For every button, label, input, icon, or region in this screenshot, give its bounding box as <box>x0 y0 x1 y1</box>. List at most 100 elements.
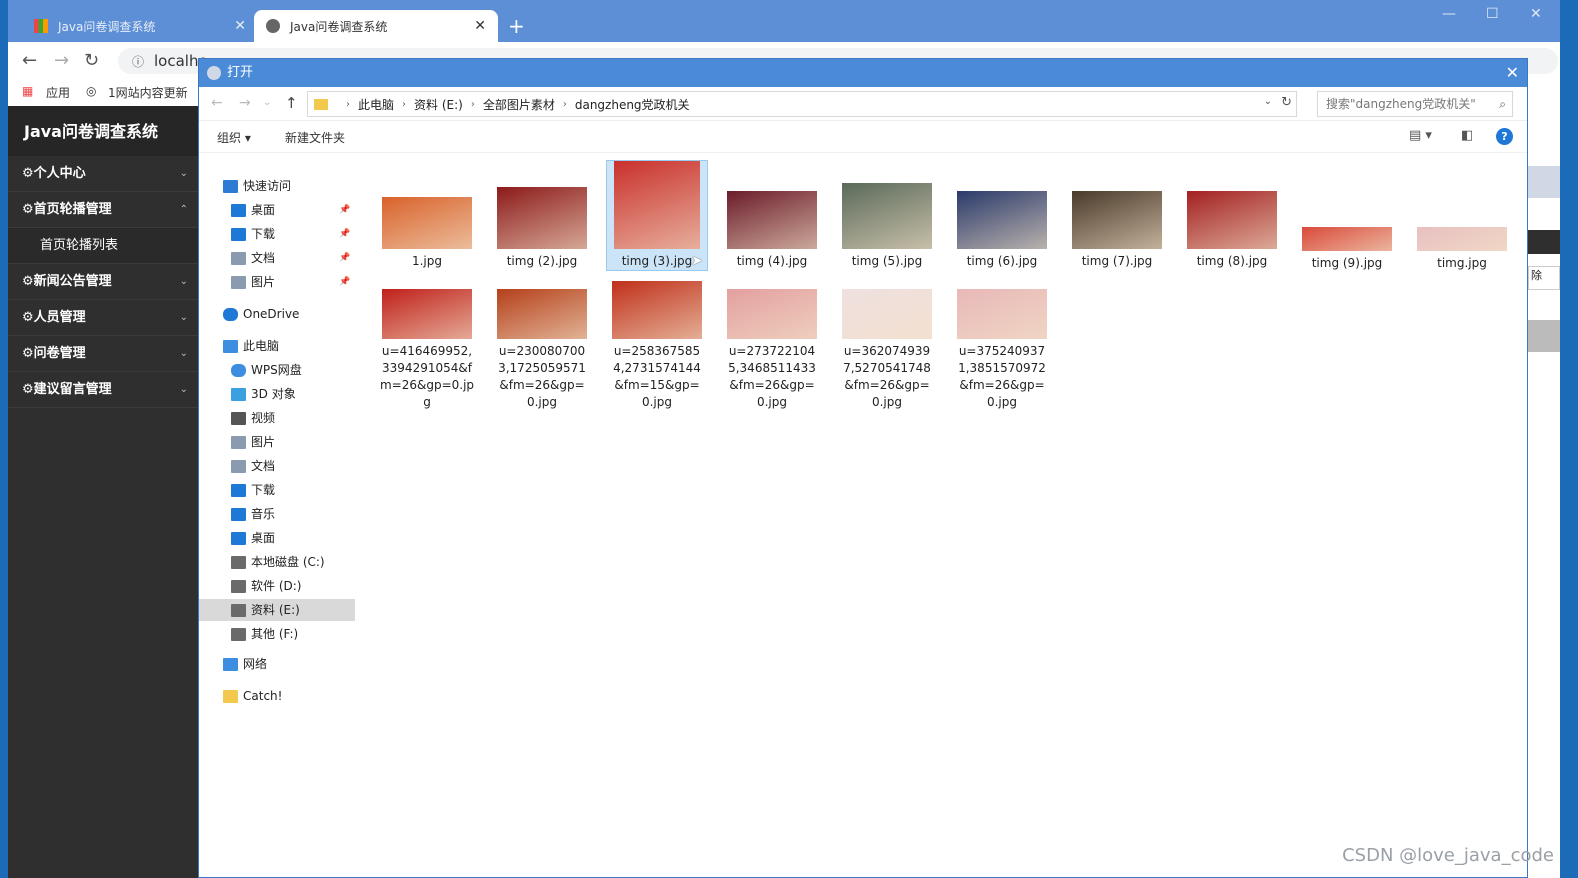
close-tab-icon[interactable]: ✕ <box>474 18 486 34</box>
back-icon[interactable]: ← <box>22 50 37 71</box>
file-name: u=3620749397,5270541748&fm=26&gp=0.jpg <box>843 344 931 409</box>
browser-tab-inactive[interactable]: Java问卷调查系统 ✕ <box>22 10 258 42</box>
recent-dropdown-icon[interactable]: ⌄ <box>263 97 271 108</box>
file-name: timg (8).jpg <box>1196 254 1268 268</box>
chevron-down-icon[interactable]: ⌄ <box>1264 96 1272 107</box>
back-arrow-icon[interactable]: ← <box>211 95 223 111</box>
nav-item-label: 快速访问 <box>243 179 292 193</box>
file-item[interactable]: timg (7).jpg <box>1067 191 1167 270</box>
organize-button[interactable]: 组织 ▾ <box>217 129 251 146</box>
app-sidebar: Java问卷调查系统 ⚙个人中心 ⌄ ⚙首页轮播管理 ⌃ 首页轮播列表 ⚙新闻公告管… <box>8 106 198 878</box>
close-window-icon[interactable]: ✕ <box>1530 6 1542 22</box>
bookmark-globe-icon: ◎ <box>86 84 97 98</box>
nav-item-label: 文档 <box>251 251 276 265</box>
nav-item-label: 文档 <box>251 459 276 473</box>
file-item[interactable]: timg (8).jpg <box>1182 191 1282 270</box>
file-item[interactable]: timg (5).jpg <box>837 183 937 270</box>
nav-item[interactable]: 资料 (E:) <box>199 599 355 621</box>
up-arrow-icon[interactable]: ↑ <box>285 94 298 112</box>
nav-item[interactable]: 桌面 <box>199 527 355 549</box>
file-name: timg (9).jpg <box>1311 256 1383 270</box>
breadcrumb-drive-e[interactable]: 资料 (E:) <box>414 96 463 113</box>
app-content-edge: 除 <box>1528 106 1560 878</box>
menu-survey-manage[interactable]: ⚙问卷管理 ⌄ <box>8 336 198 372</box>
nav-item[interactable]: 软件 (D:) <box>199 575 355 597</box>
file-item[interactable]: u=2737221045,3468511433&fm=26&gp=0.jpg <box>722 289 822 411</box>
nav-item[interactable]: 快速访问 <box>199 175 355 197</box>
file-item[interactable]: u=2300807003,1725059571&fm=26&gp=0.jpg <box>492 289 592 411</box>
bookmark-site-update[interactable]: 1网站内容更新 <box>108 84 188 101</box>
close-icon[interactable]: ✕ <box>1506 59 1519 87</box>
file-item[interactable]: u=3620749397,5270541748&fm=26&gp=0.jpg <box>837 289 937 411</box>
globe-icon <box>266 19 280 33</box>
file-item[interactable]: u=2583675854,2731574144&fm=15&gp=0.jpg <box>607 281 707 411</box>
nav-item[interactable]: 音乐 <box>199 503 355 525</box>
nav-item[interactable]: 文档 <box>199 455 355 477</box>
file-item[interactable]: 1.jpg <box>377 197 477 270</box>
nav-item[interactable]: 网络 <box>199 653 355 675</box>
menu-feedback-manage[interactable]: ⚙建议留言管理 ⌄ <box>8 372 198 408</box>
nav-item[interactable]: 下载 📌 <box>199 223 355 245</box>
breadcrumb-this-pc[interactable]: 此电脑 <box>358 96 394 113</box>
help-icon[interactable]: ? <box>1496 128 1513 145</box>
image-thumbnail <box>727 191 817 249</box>
chevron-right-icon: › <box>470 98 475 110</box>
mouse-cursor-icon: ➤ <box>691 253 703 269</box>
file-item[interactable]: u=416469952,3394291054&fm=26&gp=0.jpg <box>377 289 477 411</box>
menu-staff-manage[interactable]: ⚙人员管理 ⌄ <box>8 300 198 336</box>
search-input[interactable]: 搜索"dangzheng党政机关" ⌕ <box>1317 91 1513 117</box>
close-tab-icon[interactable]: ✕ <box>234 18 246 34</box>
file-name: 1.jpg <box>411 254 443 268</box>
breadcrumb-all-images[interactable]: 全部图片素材 <box>483 96 555 113</box>
file-item[interactable]: timg (9).jpg <box>1297 227 1397 272</box>
menu-carousel-manage[interactable]: ⚙首页轮播管理 ⌃ <box>8 192 198 228</box>
refresh-icon[interactable]: ↻ <box>1281 95 1292 110</box>
bookmark-apps[interactable]: 应用 <box>46 84 70 101</box>
menu-news-manage[interactable]: ⚙新闻公告管理 ⌄ <box>8 264 198 300</box>
nav-item[interactable]: 图片 📌 <box>199 271 355 293</box>
forward-arrow-icon[interactable]: → <box>239 95 251 111</box>
menu-personal-center[interactable]: ⚙个人中心 ⌄ <box>8 156 198 192</box>
nav-item[interactable]: Catch! <box>199 685 355 707</box>
apps-grid-icon[interactable]: ▦ <box>22 84 33 98</box>
image-thumbnail <box>497 289 587 339</box>
nav-item[interactable]: 视频 <box>199 407 355 429</box>
nav-item-label: 3D 对象 <box>251 387 296 401</box>
nav-item[interactable]: OneDrive <box>199 303 355 325</box>
view-options-icon[interactable]: ▤ ▾ <box>1409 128 1432 143</box>
file-item[interactable]: timg (2).jpg <box>492 187 592 270</box>
breadcrumb-current-folder[interactable]: dangzheng党政机关 <box>575 96 690 113</box>
nav-item[interactable]: 文档 📌 <box>199 247 355 269</box>
nav-item[interactable]: WPS网盘 <box>199 359 355 381</box>
nav-item[interactable]: 图片 <box>199 431 355 453</box>
file-name: u=416469952,3394291054&fm=26&gp=0.jpg <box>379 344 475 409</box>
file-item[interactable]: timg (4).jpg <box>722 191 822 270</box>
nav-item[interactable]: 桌面 📌 <box>199 199 355 221</box>
nav-item[interactable]: 3D 对象 <box>199 383 355 405</box>
maximize-icon[interactable]: ☐ <box>1486 6 1499 22</box>
new-folder-button[interactable]: 新建文件夹 <box>285 129 345 146</box>
nav-item[interactable]: 本地磁盘 (C:) <box>199 551 355 573</box>
nav-item-label: Catch! <box>243 689 283 703</box>
breadcrumb[interactable]: › 此电脑 › 资料 (E:) › 全部图片素材 › dangzheng党政机关… <box>307 91 1297 117</box>
browser-tab-active[interactable]: Java问卷调查系统 ✕ <box>254 10 498 42</box>
nav-item[interactable]: 其他 (F:) <box>199 623 355 645</box>
nav-item[interactable]: 此电脑 <box>199 335 355 357</box>
new-tab-button[interactable]: + <box>508 14 525 38</box>
nav-item[interactable]: 下载 <box>199 479 355 501</box>
delete-button[interactable]: 除 <box>1528 266 1560 290</box>
preview-pane-icon[interactable]: ◧ <box>1461 128 1473 143</box>
image-thumbnail <box>1072 191 1162 249</box>
minimize-icon[interactable]: — <box>1442 6 1456 22</box>
file-item[interactable]: u=3752409371,3851570972&fm=26&gp=0.jpg <box>952 289 1052 411</box>
pin-icon: 📌 <box>339 253 351 263</box>
file-item[interactable]: timg (6).jpg <box>952 191 1052 270</box>
chevron-right-icon: › <box>562 98 567 110</box>
image-thumbnail <box>382 197 472 249</box>
file-item[interactable]: timg.jpg <box>1412 227 1512 272</box>
submenu-carousel-list[interactable]: 首页轮播列表 <box>8 228 198 264</box>
folder-icon <box>223 690 238 703</box>
drive-icon <box>231 580 246 593</box>
forward-icon[interactable]: → <box>54 50 69 71</box>
reload-icon[interactable]: ↻ <box>84 50 99 71</box>
